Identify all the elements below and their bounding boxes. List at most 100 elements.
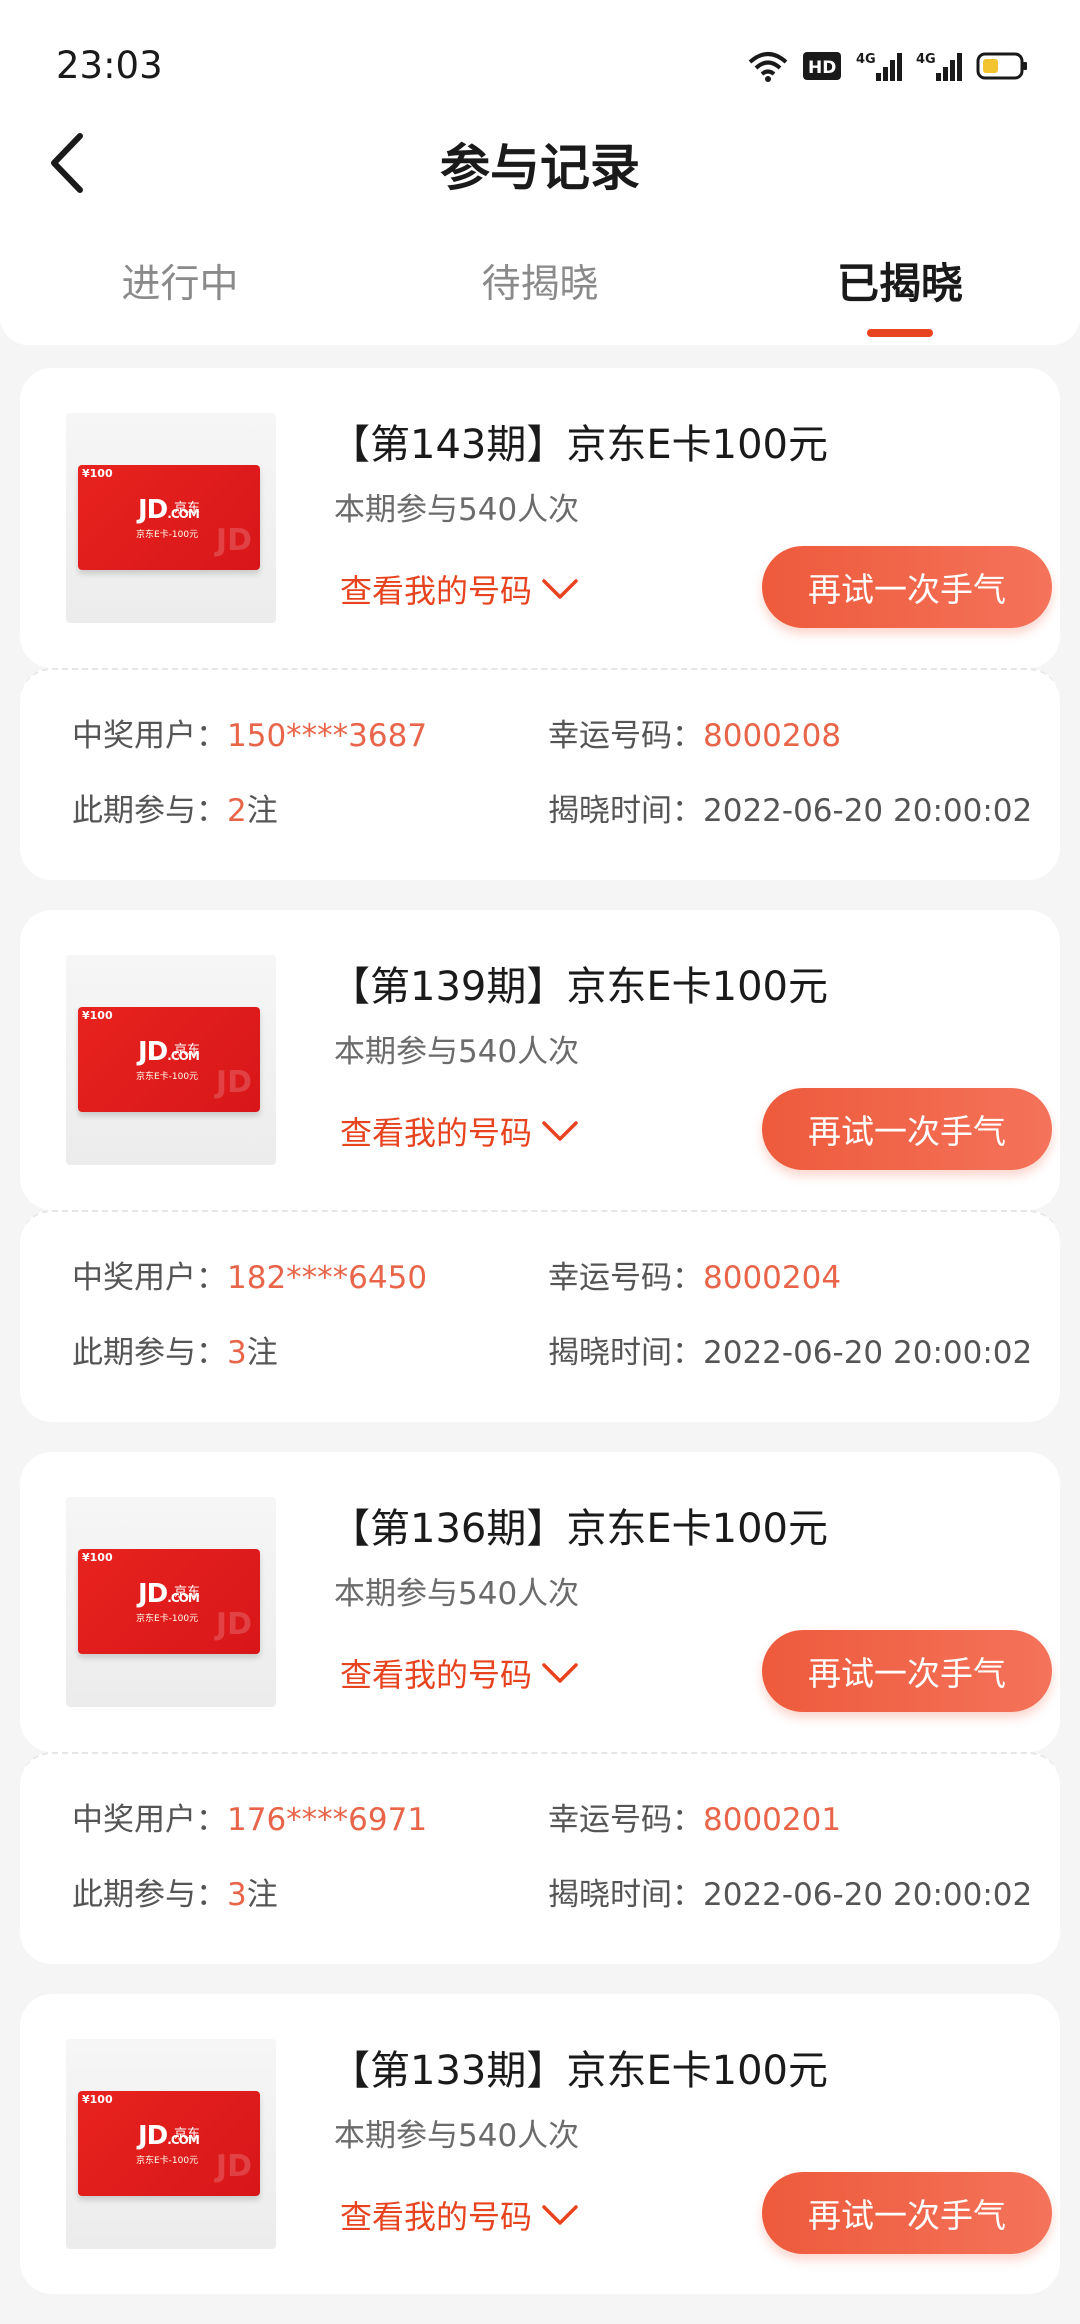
retry-button[interactable]: 再试一次手气 [762,546,1052,628]
record-card-details: 中奖用户：150****3687 幸运号码：8000208 此期参与：2注 揭晓… [20,668,1060,880]
winner-label: 中奖用户： [72,718,227,754]
jd-card-amount: ¥100 [82,1551,113,1564]
active-tab-indicator [867,329,933,337]
record-card-header: ¥100 JD.COM 京东 京东E卡-100元 JD 【第136期】京东E卡1… [20,1452,1060,1752]
lucky-number-row: 幸运号码：8000208 [548,710,841,755]
reveal-time-row: 揭晓时间：2022-06-20 20:00:02 [548,785,1032,830]
status-icons: HD 4G 4G [748,46,1028,86]
jd-watermark: JD [215,1065,252,1100]
item-title: 【第139期】京东E卡100元 [330,964,828,1010]
retry-button[interactable]: 再试一次手气 [762,2172,1052,2254]
view-my-codes-button[interactable]: 查看我的号码 [340,1108,580,1154]
lucky-number-value: 8000204 [703,1260,842,1296]
reveal-time-value: 2022-06-20 20:00:02 [703,1877,1033,1913]
winner-row: 中奖用户：182****6450 [72,1252,427,1297]
product-image: ¥100 JD.COM 京东 京东E卡-100元 JD [66,2039,276,2249]
lucky-number-label: 幸运号码： [548,718,703,754]
view-my-codes-label: 查看我的号码 [340,572,533,610]
chevron-down-icon [542,1663,578,1683]
entries-row: 此期参与：3注 [72,1327,278,1372]
lucky-number-row: 幸运号码：8000201 [548,1794,841,1839]
entries-value: 3 [227,1335,247,1371]
entries-unit: 注 [246,793,278,829]
entries-label: 此期参与： [72,1877,227,1913]
jd-card-subtitle: 京东E卡-100元 [136,2156,199,2166]
tab-label: 进行中 [121,262,239,307]
jd-logo-text: JD [138,495,168,525]
retry-button[interactable]: 再试一次手气 [762,1088,1052,1170]
jd-card-amount: ¥100 [82,2093,113,2106]
jd-logo-cn: 京东 [174,1585,201,1600]
record-card-header: ¥100 JD.COM 京东 京东E卡-100元 JD 【第143期】京东E卡1… [20,368,1060,668]
reveal-time-value: 2022-06-20 20:00:02 [703,1335,1033,1371]
tab-pending[interactable]: 待揭晓 [360,225,720,345]
jd-card-amount: ¥100 [82,1009,113,1022]
product-image: ¥100 JD.COM 京东 京东E卡-100元 JD [66,413,276,623]
reveal-time-value: 2022-06-20 20:00:02 [703,793,1033,829]
svg-text:4G: 4G [916,52,936,67]
reveal-time-label: 揭晓时间： [548,1335,703,1371]
jd-card-subtitle: 京东E卡-100元 [136,1614,199,1624]
tab-revealed[interactable]: 已揭晓 [720,225,1080,345]
view-my-codes-button[interactable]: 查看我的号码 [340,1650,580,1696]
signal-4g-icon: 4G [856,52,902,81]
jd-card-image: ¥100 JD.COM 京东 京东E卡-100元 JD [78,1007,260,1112]
record-card: ¥100 JD.COM 京东 京东E卡-100元 JD 【第133期】京东E卡1… [20,1994,1060,2294]
reveal-time-label: 揭晓时间： [548,793,703,829]
lucky-number-value: 8000201 [703,1802,842,1838]
jd-logo-text: JD [138,1037,168,1067]
lucky-number-row: 幸运号码：8000204 [548,1252,841,1297]
view-my-codes-button[interactable]: 查看我的号码 [340,566,580,612]
record-card: ¥100 JD.COM 京东 京东E卡-100元 JD 【第143期】京东E卡1… [20,368,1060,880]
chevron-down-icon [542,2205,578,2225]
hd-icon: HD [803,52,841,80]
record-card-header: ¥100 JD.COM 京东 京东E卡-100元 JD 【第139期】京东E卡1… [20,910,1060,1210]
jd-watermark: JD [215,523,252,558]
svg-text:4G: 4G [856,52,876,67]
view-my-codes-label: 查看我的号码 [340,1114,533,1152]
record-card-header: ¥100 JD.COM 京东 京东E卡-100元 JD 【第133期】京东E卡1… [20,1994,1060,2294]
record-card: ¥100 JD.COM 京东 京东E卡-100元 JD 【第136期】京东E卡1… [20,1452,1060,1964]
lucky-number-label: 幸运号码： [548,1260,703,1296]
entries-label: 此期参与： [72,793,227,829]
entries-row: 此期参与：2注 [72,785,278,830]
battery-icon [976,52,1027,80]
reveal-time-row: 揭晓时间：2022-06-20 20:00:02 [548,1869,1032,1914]
item-participants: 本期参与540人次 [334,1576,580,1612]
winner-row: 中奖用户：150****3687 [72,710,427,755]
status-time: 23:03 [56,44,163,87]
winner-label: 中奖用户： [72,1260,227,1296]
view-my-codes-button[interactable]: 查看我的号码 [340,2192,580,2238]
item-participants: 本期参与540人次 [334,492,580,528]
reveal-time-label: 揭晓时间： [548,1877,703,1913]
jd-watermark: JD [215,1607,252,1642]
winner-row: 中奖用户：176****6971 [72,1794,427,1839]
item-title: 【第133期】京东E卡100元 [330,2048,828,2094]
winner-value: 182****6450 [227,1260,428,1296]
retry-button[interactable]: 再试一次手气 [762,1630,1052,1712]
jd-logo-cn: 京东 [174,2127,201,2142]
wifi-icon [748,52,788,82]
jd-card-image: ¥100 JD.COM 京东 京东E卡-100元 JD [78,2091,260,2196]
tab-label: 待揭晓 [481,262,599,307]
jd-logo-cn: 京东 [174,1043,201,1058]
entries-unit: 注 [246,1335,278,1371]
reveal-time-row: 揭晓时间：2022-06-20 20:00:02 [548,1327,1032,1372]
jd-card-subtitle: 京东E卡-100元 [136,530,199,540]
product-image: ¥100 JD.COM 京东 京东E卡-100元 JD [66,1497,276,1707]
item-participants: 本期参与540人次 [334,1034,580,1070]
record-card-details: 中奖用户：176****6971 幸运号码：8000201 此期参与：3注 揭晓… [20,1752,1060,1964]
item-title: 【第136期】京东E卡100元 [330,1506,828,1552]
chevron-down-icon [542,579,578,599]
jd-logo-text: JD [138,1579,168,1609]
item-title: 【第143期】京东E卡100元 [330,422,828,468]
chevron-down-icon [542,1121,578,1141]
jd-card-amount: ¥100 [82,467,113,480]
view-my-codes-label: 查看我的号码 [340,2198,533,2236]
lucky-number-value: 8000208 [703,718,842,754]
view-my-codes-label: 查看我的号码 [340,1656,533,1694]
jd-card-image: ¥100 JD.COM 京东 京东E卡-100元 JD [78,465,260,570]
record-card: ¥100 JD.COM 京东 京东E卡-100元 JD 【第139期】京东E卡1… [20,910,1060,1422]
tab-in-progress[interactable]: 进行中 [0,225,360,345]
jd-card-image: ¥100 JD.COM 京东 京东E卡-100元 JD [78,1549,260,1654]
